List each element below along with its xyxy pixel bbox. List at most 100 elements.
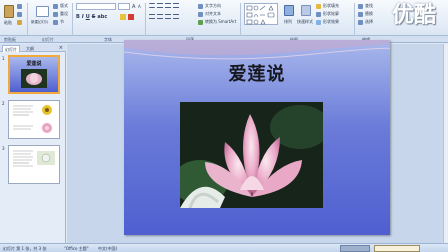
replace-label: 替换 xyxy=(365,11,373,16)
underline-button[interactable]: U xyxy=(86,14,90,20)
reset-icon xyxy=(53,11,58,17)
font-size-box[interactable] xyxy=(118,3,130,10)
shapes-gallery-icons xyxy=(246,5,275,25)
convert-smartart-button[interactable]: 转换为 SmartArt xyxy=(198,19,236,25)
font-color-icon[interactable] xyxy=(128,14,134,20)
slides-pane: 幻灯片 大纲 × 1 爱莲说 2 3 xyxy=(0,44,66,243)
clipboard-icon xyxy=(4,5,14,18)
reset-label: 重设 xyxy=(60,11,68,16)
shape-fill-label: 形状填充 xyxy=(323,3,339,8)
status-bar: 幻灯片 第 1 张，共 3 张 "Office 主题" 中文(中国) xyxy=(0,243,448,252)
italic-button[interactable]: I xyxy=(82,14,84,20)
slide-count-status: 幻灯片 第 1 张，共 3 张 xyxy=(3,246,47,251)
slide-number: 3 xyxy=(2,146,5,151)
shape-outline-button[interactable]: 形状轮廓 xyxy=(316,11,339,17)
find-button[interactable]: 查找 xyxy=(358,3,373,9)
align-text-label: 对齐文本 xyxy=(205,11,221,16)
slide-editing-area: 爱莲说 xyxy=(67,40,448,243)
bold-button[interactable]: B xyxy=(76,14,80,20)
pen-icon xyxy=(316,11,321,17)
tab-outline[interactable]: 大纲 xyxy=(24,45,36,52)
shape-effects-button[interactable]: 形状效果 xyxy=(316,19,339,25)
slide-thumbnail-row[interactable]: 1 爱莲说 xyxy=(0,54,66,98)
find-label: 查找 xyxy=(365,3,373,8)
grow-font-icon[interactable]: A xyxy=(132,4,135,10)
new-slide-button[interactable]: 新建幻灯片 xyxy=(30,2,52,33)
select-button[interactable]: 选择 xyxy=(358,19,373,25)
paint-bucket-icon xyxy=(316,3,321,9)
close-pane-icon[interactable]: × xyxy=(59,45,63,51)
tab-slides[interactable]: 幻灯片 xyxy=(2,45,20,52)
quick-styles-icon xyxy=(301,5,311,16)
font-name-box[interactable] xyxy=(76,3,116,10)
slide-thumbnail-1[interactable]: 爱莲说 xyxy=(8,55,60,94)
thumb-lotus-image xyxy=(21,69,47,88)
cut-button[interactable] xyxy=(17,3,22,9)
thumb-title: 爱莲说 xyxy=(26,61,42,67)
text-direction-label: 文字方向 xyxy=(205,3,221,8)
shape-fill-button[interactable]: 形状填充 xyxy=(316,3,339,9)
strikethrough-button[interactable]: S xyxy=(92,14,96,20)
scissors-icon xyxy=(17,3,22,9)
theme-status: "Office 主题" xyxy=(64,246,89,251)
copy-button[interactable] xyxy=(17,11,22,17)
brush-icon xyxy=(17,19,22,25)
increase-indent-icon[interactable] xyxy=(173,3,179,8)
replace-button[interactable]: 替换 xyxy=(358,11,373,17)
effects-icon xyxy=(316,19,321,25)
bullets-icon[interactable] xyxy=(149,3,155,8)
align-right-icon[interactable] xyxy=(165,14,171,19)
slide-thumbnail-row[interactable]: 2 xyxy=(0,99,66,143)
new-slide-icon xyxy=(36,6,49,17)
layout-label: 版式 xyxy=(60,3,68,8)
lotus-photo[interactable] xyxy=(180,102,323,208)
logo-badge xyxy=(340,245,370,252)
shrink-font-icon[interactable]: A xyxy=(138,4,141,9)
format-painter-button[interactable] xyxy=(17,19,22,25)
slide-title[interactable]: 爱莲说 xyxy=(124,60,390,86)
convert-smartart-label: 转换为 SmartArt xyxy=(205,19,237,24)
slide-thumbnail-row[interactable]: 3 xyxy=(0,144,66,188)
align-center-icon[interactable] xyxy=(157,14,163,19)
binoculars-icon xyxy=(358,3,363,9)
paste-button[interactable]: 粘贴 xyxy=(1,2,15,33)
slide-number: 2 xyxy=(2,101,5,106)
ribbon: 粘贴 新建幻灯片 版式 重设 节 A A B I U S abc 文字方向 对齐… xyxy=(0,0,448,41)
numbering-icon[interactable] xyxy=(157,3,163,8)
section-label: 节 xyxy=(60,19,64,24)
shapes-gallery[interactable] xyxy=(244,3,278,25)
slide-number: 1 xyxy=(2,56,5,61)
arrange-label: 排列 xyxy=(284,19,292,24)
current-slide[interactable]: 爱莲说 xyxy=(124,40,390,235)
highlight-icon[interactable] xyxy=(120,14,126,20)
section-icon xyxy=(53,19,58,25)
quick-styles-button[interactable]: 快速样式 xyxy=(296,3,314,31)
text-direction-button[interactable]: 文字方向 xyxy=(198,3,221,9)
reset-button[interactable]: 重设 xyxy=(53,11,68,17)
vertical-scrollbar[interactable] xyxy=(443,44,448,243)
align-text-button[interactable]: 对齐文本 xyxy=(198,11,221,17)
layout-button[interactable]: 版式 xyxy=(53,3,68,9)
align-left-icon[interactable] xyxy=(149,14,155,19)
new-slide-label: 新建幻灯片 xyxy=(31,20,49,24)
group-label-font: 字体 xyxy=(104,37,112,42)
cursor-icon xyxy=(358,19,363,25)
group-label-slides: 幻灯片 xyxy=(42,37,54,42)
decrease-indent-icon[interactable] xyxy=(165,3,171,8)
thumb-content xyxy=(13,150,55,167)
layout-icon xyxy=(53,3,58,9)
align-text-icon xyxy=(198,11,203,17)
arrange-button[interactable]: 排列 xyxy=(281,3,295,31)
lotus-flower-image xyxy=(180,102,323,208)
shape-effects-label: 形状效果 xyxy=(323,19,339,24)
arrange-icon xyxy=(284,5,294,16)
shadow-button[interactable]: abc xyxy=(97,14,107,20)
section-button[interactable]: 节 xyxy=(53,19,64,25)
pane-tabs: 幻灯片 大纲 × xyxy=(0,44,66,52)
justify-icon[interactable] xyxy=(173,14,179,19)
slide-thumbnail-2[interactable] xyxy=(8,100,60,139)
paste-label: 粘贴 xyxy=(4,20,12,25)
quick-styles-label: 快速样式 xyxy=(297,19,313,24)
slide-thumbnail-3[interactable] xyxy=(8,145,60,184)
thumb-content xyxy=(13,105,52,133)
